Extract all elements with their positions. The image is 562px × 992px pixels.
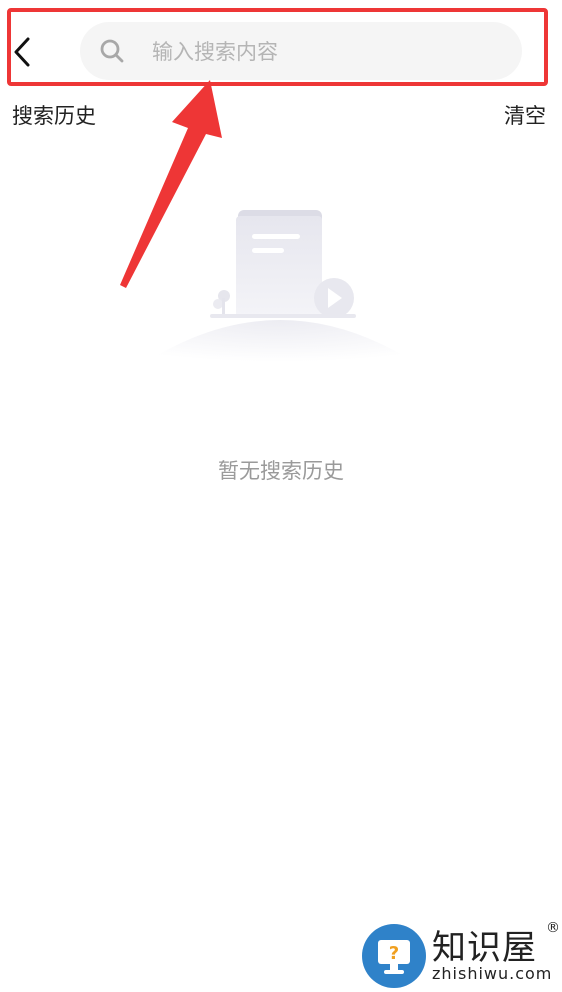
monitor-question-icon: ? (362, 924, 426, 988)
watermark-domain: zhishiwu.com (432, 964, 553, 983)
watermark-logo: ? 知识屋 ® zhishiwu.com (362, 920, 562, 992)
search-input[interactable] (150, 22, 514, 82)
search-bar[interactable] (80, 22, 522, 82)
watermark-name: 知识屋 (432, 928, 537, 968)
search-page: 搜索历史 清空 暂无搜索历史 (0, 0, 562, 992)
search-icon (100, 39, 124, 63)
svg-text:?: ? (389, 943, 399, 964)
chevron-left-icon (14, 37, 30, 67)
empty-state-illustration (120, 210, 440, 380)
empty-state-text: 暂无搜索历史 (218, 459, 344, 483)
back-button[interactable] (8, 34, 38, 70)
clear-button[interactable]: 清空 (504, 100, 546, 130)
search-history-title: 搜索历史 (12, 104, 96, 128)
watermark-registered-mark: ® (546, 920, 560, 936)
